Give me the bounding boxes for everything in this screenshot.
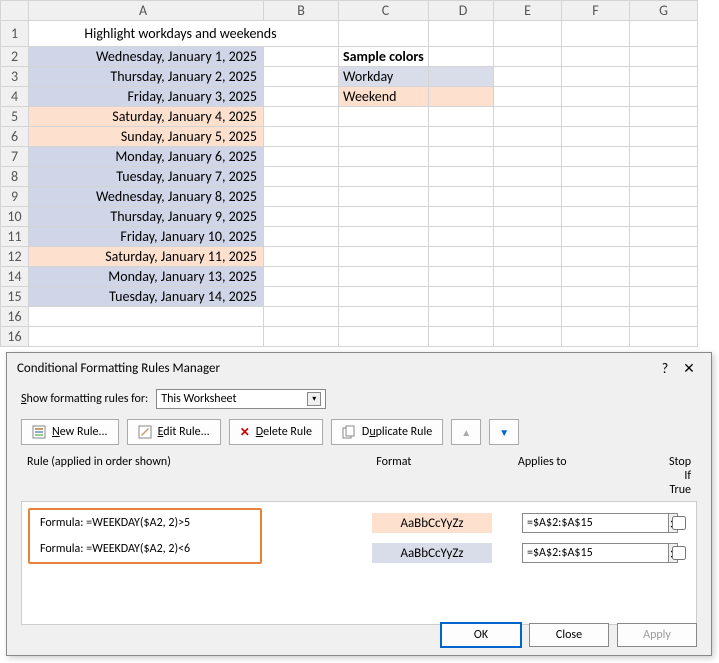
row-header[interactable]: 14	[1, 267, 29, 287]
duplicate-icon	[342, 425, 356, 439]
stop-if-true-checkbox[interactable]	[672, 546, 686, 560]
chevron-down-icon: ▾	[307, 392, 321, 406]
sample-workday[interactable]: Workday	[339, 67, 429, 87]
row-header[interactable]: 10	[1, 207, 29, 227]
close-icon[interactable]: ✕	[677, 360, 701, 377]
date-cell[interactable]: Wednesday, January 8, 2025	[29, 187, 264, 207]
delete-icon: ✕	[240, 425, 250, 440]
sample-weekend[interactable]: Weekend	[339, 87, 429, 107]
date-cell[interactable]: Tuesday, January 14, 2025	[29, 287, 264, 307]
spreadsheet-grid[interactable]: A B C D E F G 1Highlight workdays and we…	[0, 0, 698, 347]
rule-formula[interactable]: Formula: =WEEKDAY($A2, 2)<6	[30, 536, 260, 562]
new-rule-icon	[32, 425, 46, 439]
duplicate-rule-button[interactable]: Duplicate Rule	[331, 419, 443, 445]
row-header[interactable]: 2	[1, 47, 29, 67]
row-header[interactable]: 1	[1, 21, 29, 47]
date-cell[interactable]: Thursday, January 2, 2025	[29, 67, 264, 87]
applies-to-input[interactable]	[522, 513, 669, 533]
close-button[interactable]: Close	[529, 623, 609, 647]
date-cell[interactable]: Sunday, January 5, 2025	[29, 127, 264, 147]
rules-list: Formula: =WEEKDAY($A2, 2)>5 Formula: =WE…	[21, 502, 697, 625]
date-cell[interactable]: Thursday, January 9, 2025	[29, 207, 264, 227]
row-header[interactable]: 16	[1, 307, 29, 327]
date-cell[interactable]: Saturday, January 11, 2025	[29, 247, 264, 267]
help-icon[interactable]: ?	[653, 360, 677, 377]
row-header[interactable]: 7	[1, 147, 29, 167]
row-header[interactable]: 3	[1, 67, 29, 87]
show-rules-label: Show formatting rules for:	[21, 392, 148, 406]
dialog-title: Conditional Formatting Rules Manager	[17, 361, 220, 376]
date-cell[interactable]: Friday, January 10, 2025	[29, 227, 264, 247]
applies-to-input[interactable]	[522, 543, 669, 563]
date-cell[interactable]: Saturday, January 4, 2025	[29, 107, 264, 127]
col-header-a[interactable]: A	[29, 1, 264, 21]
format-preview: AaBbCcYyZz	[372, 513, 492, 533]
new-rule-button[interactable]: New Rule...	[21, 419, 119, 445]
date-cell[interactable]: Wednesday, January 1, 2025	[29, 47, 264, 67]
scope-dropdown[interactable]: This Worksheet ▾	[156, 389, 326, 409]
row-header[interactable]: 5	[1, 107, 29, 127]
row-header[interactable]: 16	[1, 327, 29, 347]
stop-if-true-checkbox[interactable]	[672, 516, 686, 530]
sample-header[interactable]: Sample colors	[339, 47, 429, 67]
row-header[interactable]: 11	[1, 227, 29, 247]
rules-manager-dialog: Conditional Formatting Rules Manager ? ✕…	[6, 352, 712, 656]
col-header-d[interactable]: D	[429, 1, 494, 21]
row-header[interactable]: 6	[1, 127, 29, 147]
col-header-e[interactable]: E	[494, 1, 562, 21]
title-cell[interactable]: Highlight workdays and weekends	[29, 21, 339, 47]
formula-highlight: Formula: =WEEKDAY($A2, 2)>5 Formula: =WE…	[28, 508, 262, 564]
move-up-button[interactable]: ▲	[451, 419, 481, 445]
rule-formula[interactable]: Formula: =WEEKDAY($A2, 2)>5	[30, 510, 260, 536]
row-header[interactable]: 12	[1, 247, 29, 267]
apply-button[interactable]: Apply	[617, 623, 697, 647]
corner-cell[interactable]	[1, 1, 29, 21]
col-header-f[interactable]: F	[562, 1, 630, 21]
date-cell[interactable]: Monday, January 6, 2025	[29, 147, 264, 167]
chevron-down-icon: ▼	[499, 426, 509, 439]
move-down-button[interactable]: ▼	[489, 419, 519, 445]
row-header[interactable]: 4	[1, 87, 29, 107]
delete-rule-button[interactable]: ✕ Delete Rule	[229, 419, 323, 445]
rules-header: Rule (applied in order shown) Format App…	[21, 451, 697, 502]
chevron-up-icon: ▲	[461, 426, 471, 439]
row-header[interactable]: 9	[1, 187, 29, 207]
edit-rule-icon	[138, 425, 152, 439]
date-cell[interactable]: Tuesday, January 7, 2025	[29, 167, 264, 187]
date-cell[interactable]: Monday, January 13, 2025	[29, 267, 264, 287]
row-header[interactable]: 8	[1, 167, 29, 187]
edit-rule-button[interactable]: Edit Rule...	[127, 419, 221, 445]
col-header-b[interactable]: B	[264, 1, 339, 21]
format-preview: AaBbCcYyZz	[372, 543, 492, 563]
col-header-c[interactable]: C	[339, 1, 429, 21]
col-header-g[interactable]: G	[630, 1, 698, 21]
row-header[interactable]: 15	[1, 287, 29, 307]
ok-button[interactable]: OK	[441, 623, 521, 647]
date-cell[interactable]: Friday, January 3, 2025	[29, 87, 264, 107]
